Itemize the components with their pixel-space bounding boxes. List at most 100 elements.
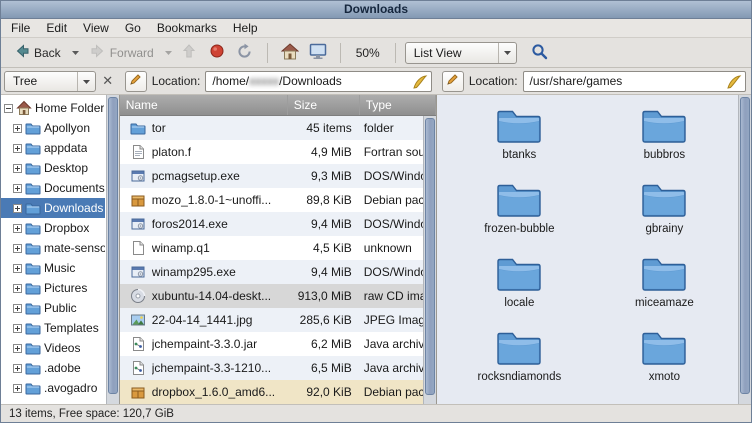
column-header-name[interactable]: Name: [120, 95, 288, 115]
file-name-cell: jchempaint-3.3-1210...: [120, 360, 288, 376]
computer-button[interactable]: [305, 41, 331, 65]
sidebar-item-desktop[interactable]: Desktop: [1, 158, 105, 178]
left-location-input[interactable]: /home/xxxxx/Downloads: [205, 71, 431, 92]
sidebar-item-documents[interactable]: Documents: [1, 178, 105, 198]
stop-record-icon: [209, 43, 225, 62]
expand-expander-icon[interactable]: [13, 144, 22, 153]
exe-icon: [130, 168, 146, 184]
icon-view-scrollbar[interactable]: [738, 95, 751, 404]
sidebar-item-appdata[interactable]: appdata: [1, 138, 105, 158]
zoom-level[interactable]: 50%: [350, 46, 386, 60]
right-location-input[interactable]: /usr/share/games: [523, 71, 746, 92]
sidebar-item-music[interactable]: Music: [1, 258, 105, 278]
table-row[interactable]: pcmagsetup.exe9,3 MiBDOS/Windows e: [120, 164, 425, 188]
table-row[interactable]: jchempaint-3.3-1210...6,5 MiBJava archiv…: [120, 356, 425, 380]
search-button[interactable]: [527, 41, 553, 65]
scrollbar-thumb[interactable]: [425, 118, 435, 394]
sidebar-item-mate-sensors[interactable]: mate-sensors-: [1, 238, 105, 258]
folder-icon: [25, 380, 41, 396]
expand-expander-icon[interactable]: [13, 384, 22, 393]
sidebar-item-avogadro[interactable]: .avogadro: [1, 378, 105, 398]
sidebar-item-adobe[interactable]: .adobe: [1, 358, 105, 378]
expand-expander-icon[interactable]: [13, 244, 22, 253]
sidebar-item-videos[interactable]: Videos: [1, 338, 105, 358]
file-size: 4,5 KiB: [288, 241, 360, 255]
table-row[interactable]: foros2014.exe9,4 MiBDOS/Windows e: [120, 212, 425, 236]
file-name-cell: jchempaint-3.3.0.jar: [120, 336, 288, 352]
edit-location-button-right[interactable]: [442, 71, 464, 92]
collapse-expander-icon[interactable]: [4, 104, 13, 113]
expand-expander-icon[interactable]: [13, 184, 22, 193]
sidebar-mode-select[interactable]: Tree: [4, 71, 96, 92]
scrollbar-thumb[interactable]: [108, 97, 118, 394]
table-row[interactable]: jchempaint-3.3.0.jar6,2 MiBJava archive: [120, 332, 425, 356]
file-type: Debian package: [360, 193, 425, 207]
expand-expander-icon[interactable]: [13, 304, 22, 313]
menu-edit[interactable]: Edit: [38, 19, 75, 38]
file-name: dropbox_1.6.0_amd6...: [152, 385, 275, 399]
table-row[interactable]: dropbox_1.6.0_amd6...92,0 KiBDebian pack…: [120, 380, 425, 404]
sidebar-item-templates[interactable]: Templates: [1, 318, 105, 338]
sidebar-item-dropbox[interactable]: Dropbox: [1, 218, 105, 238]
folder-item-xmoto[interactable]: xmoto: [592, 329, 737, 395]
folder-item-gbrainy[interactable]: gbrainy: [592, 181, 737, 247]
table-row[interactable]: winamp295.exe9,4 MiBDOS/Windows ex: [120, 260, 425, 284]
folder-item-miceamaze[interactable]: miceamaze: [592, 255, 737, 321]
home-icon: [281, 43, 299, 63]
sidebar-item-public[interactable]: Public: [1, 298, 105, 318]
stop-button[interactable]: [204, 41, 230, 65]
chevron-down-icon: [498, 43, 516, 63]
sidebar-scrollbar[interactable]: [106, 95, 119, 404]
expand-expander-icon[interactable]: [13, 224, 22, 233]
back-history-dropdown[interactable]: [70, 42, 81, 63]
table-row[interactable]: tor45 itemsfolder: [120, 116, 425, 140]
expand-expander-icon[interactable]: [13, 344, 22, 353]
up-button[interactable]: [176, 41, 202, 65]
expand-expander-icon[interactable]: [13, 364, 22, 373]
close-sidebar-button[interactable]: ✕: [99, 72, 117, 90]
menu-help[interactable]: Help: [225, 19, 266, 38]
folder-item-rocksndiamonds[interactable]: rocksndiamonds: [447, 329, 592, 395]
table-row[interactable]: xubuntu-14.04-deskt...913,0 MiBraw CD im…: [120, 284, 425, 308]
folder-item-bubbros[interactable]: bubbros: [592, 107, 737, 173]
folder-icon: [25, 200, 41, 216]
menu-bookmarks[interactable]: Bookmarks: [149, 19, 225, 38]
sidebar-item-apollyon[interactable]: Apollyon: [1, 118, 105, 138]
window-titlebar[interactable]: Downloads: [1, 1, 751, 19]
file-type: JPEG Image: [360, 313, 425, 327]
menu-view[interactable]: View: [75, 19, 117, 38]
column-header-size[interactable]: Size: [288, 95, 360, 115]
file-size: 913,0 MiB: [288, 289, 360, 303]
table-row[interactable]: winamp.q14,5 KiBunknown: [120, 236, 425, 260]
back-button[interactable]: Back: [7, 39, 68, 66]
expand-expander-icon[interactable]: [13, 264, 22, 273]
column-header-type[interactable]: Type: [360, 95, 436, 115]
home-button[interactable]: [277, 41, 303, 65]
view-mode-select[interactable]: List View: [405, 42, 517, 64]
folder-item-frozen-bubble[interactable]: frozen-bubble: [447, 181, 592, 247]
forward-history-dropdown[interactable]: [163, 42, 174, 63]
edit-location-button-left[interactable]: [125, 71, 147, 92]
sidebar-item-home-folder[interactable]: Home Folder: [1, 98, 105, 118]
folder-item-locale[interactable]: locale: [447, 255, 592, 321]
refresh-button[interactable]: [232, 41, 258, 65]
table-row[interactable]: platon.f4,9 MiBFortran source co: [120, 140, 425, 164]
expand-expander-icon[interactable]: [13, 284, 22, 293]
expand-expander-icon[interactable]: [13, 204, 22, 213]
image-icon: [130, 312, 146, 328]
folder-name: frozen-bubble: [484, 223, 554, 235]
table-row[interactable]: mozo_1.8.0-1~unoffi...89,8 KiBDebian pac…: [120, 188, 425, 212]
folder-icon: [25, 160, 41, 176]
sidebar-item-downloads[interactable]: Downloads: [1, 198, 105, 218]
scrollbar-thumb[interactable]: [740, 97, 750, 394]
forward-button[interactable]: Forward: [83, 39, 161, 66]
menu-file[interactable]: File: [3, 19, 38, 38]
table-row[interactable]: 22-04-14_1441.jpg285,6 KiBJPEG Image: [120, 308, 425, 332]
file-list-scrollbar[interactable]: [423, 116, 436, 404]
menu-go[interactable]: Go: [117, 19, 149, 38]
sidebar-item-pictures[interactable]: Pictures: [1, 278, 105, 298]
expand-expander-icon[interactable]: [13, 324, 22, 333]
expand-expander-icon[interactable]: [13, 124, 22, 133]
folder-item-btanks[interactable]: btanks: [447, 107, 592, 173]
expand-expander-icon[interactable]: [13, 164, 22, 173]
